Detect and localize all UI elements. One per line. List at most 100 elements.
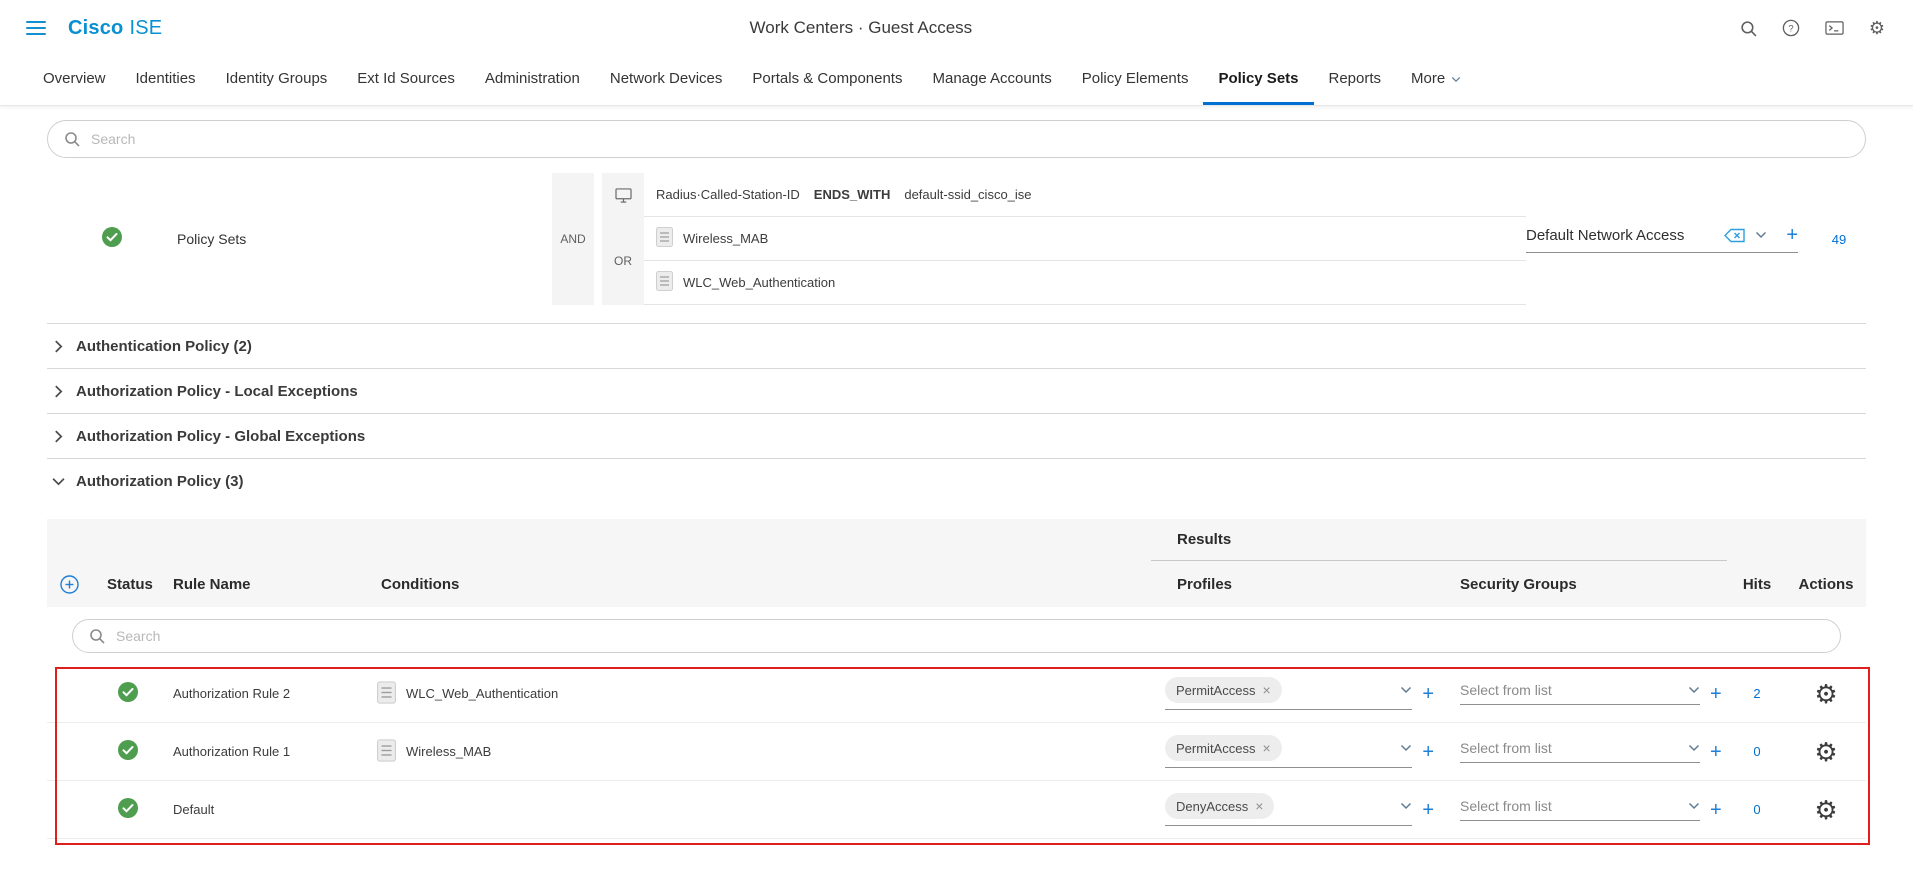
tab-ext-id-sources[interactable]: Ext Id Sources bbox=[342, 56, 470, 105]
status-cell bbox=[91, 798, 165, 821]
rule-name[interactable]: Authorization Rule 2 bbox=[165, 686, 365, 701]
hits-count[interactable]: 2 bbox=[1727, 686, 1787, 701]
condition-radius-called-station-id[interactable]: Radius·Called-Station-ID ENDS_WITH defau… bbox=[644, 173, 1526, 217]
search-icon[interactable] bbox=[1738, 18, 1758, 38]
tab-administration[interactable]: Administration bbox=[470, 56, 595, 105]
library-condition-icon bbox=[656, 227, 673, 250]
table-search-row bbox=[47, 607, 1866, 665]
profile-chip[interactable]: PermitAccess × bbox=[1165, 735, 1282, 761]
main-content: Policy Sets AND OR Radius·Called-Station… bbox=[0, 120, 1913, 839]
rule-search[interactable] bbox=[72, 619, 1841, 653]
add-profile-icon[interactable]: + bbox=[1422, 742, 1434, 762]
tab-identities[interactable]: Identities bbox=[121, 56, 211, 105]
tab-policy-elements[interactable]: Policy Elements bbox=[1067, 56, 1204, 105]
chip-remove-icon[interactable]: × bbox=[1262, 740, 1270, 756]
security-group-select[interactable]: Select from list bbox=[1460, 682, 1700, 705]
allowed-protocols-select[interactable]: Default Network Access + bbox=[1526, 225, 1798, 253]
tab-network-devices[interactable]: Network Devices bbox=[595, 56, 738, 105]
status-success-icon bbox=[118, 798, 138, 821]
chevron-down-icon[interactable] bbox=[1688, 744, 1700, 752]
section-authentication-policy[interactable]: Authentication Policy (2) bbox=[47, 323, 1866, 368]
rule-name[interactable]: Default bbox=[165, 802, 365, 817]
policy-set-search[interactable] bbox=[47, 120, 1866, 158]
add-protocol-icon[interactable]: + bbox=[1786, 225, 1798, 245]
tab-reports[interactable]: Reports bbox=[1314, 56, 1397, 105]
chevron-right-icon bbox=[54, 385, 63, 398]
section-authorization-policy[interactable]: Authorization Policy (3) bbox=[47, 458, 1866, 503]
profiles-select[interactable]: DenyAccess × bbox=[1165, 793, 1412, 826]
profiles-select[interactable]: PermitAccess × bbox=[1165, 735, 1412, 768]
security-groups-cell: Select from list + bbox=[1434, 682, 1727, 705]
policy-set-hits[interactable]: 49 bbox=[1812, 232, 1866, 247]
condition-cell[interactable]: Wireless_MAB bbox=[365, 739, 1151, 765]
gear-icon[interactable]: ⚙ bbox=[1814, 681, 1837, 707]
add-profile-icon[interactable]: + bbox=[1422, 800, 1434, 820]
section-authz-local-exceptions[interactable]: Authorization Policy - Local Exceptions bbox=[47, 368, 1866, 413]
chevron-down-icon[interactable] bbox=[1688, 802, 1700, 810]
brand-logo: CiscoISE bbox=[68, 17, 162, 40]
section-authz-global-exceptions[interactable]: Authorization Policy - Global Exceptions bbox=[47, 413, 1866, 458]
chip-remove-icon[interactable]: × bbox=[1262, 682, 1270, 698]
tab-policy-sets[interactable]: Policy Sets bbox=[1203, 56, 1313, 105]
chevron-down-icon[interactable] bbox=[1400, 802, 1412, 810]
menu-icon[interactable] bbox=[26, 21, 46, 35]
condition-operator: ENDS_WITH bbox=[814, 187, 891, 202]
conditions-group: OR Radius·Called-Station-ID ENDS_WITH de… bbox=[602, 173, 1526, 305]
gear-icon[interactable]: ⚙ bbox=[1814, 797, 1837, 823]
add-security-group-icon[interactable]: + bbox=[1710, 684, 1722, 704]
condition-name: Wireless_MAB bbox=[683, 231, 768, 246]
profiles-cell: PermitAccess × + bbox=[1151, 735, 1434, 768]
profile-chip[interactable]: PermitAccess × bbox=[1165, 677, 1282, 703]
clear-selection-icon[interactable] bbox=[1723, 228, 1746, 243]
policy-status-cell bbox=[47, 173, 177, 305]
condition-wlc-web-authentication[interactable]: WLC_Web_Authentication bbox=[644, 261, 1526, 305]
results-group-row: Results bbox=[47, 519, 1866, 561]
gear-icon[interactable]: ⚙ bbox=[1867, 18, 1887, 38]
status-success-icon bbox=[118, 682, 138, 705]
security-group-select[interactable]: Select from list bbox=[1460, 740, 1700, 763]
hits-count[interactable]: 0 bbox=[1727, 802, 1787, 817]
or-operator-badge: OR bbox=[602, 217, 644, 305]
topbar-icons: ? ⚙ bbox=[1738, 18, 1887, 38]
chevron-down-icon bbox=[1451, 76, 1461, 83]
chevron-down-icon[interactable] bbox=[1400, 686, 1412, 694]
add-profile-icon[interactable]: + bbox=[1422, 684, 1434, 704]
security-group-select[interactable]: Select from list bbox=[1460, 798, 1700, 821]
library-condition-icon bbox=[656, 271, 673, 294]
allowed-protocols-value: Default Network Access bbox=[1526, 227, 1714, 244]
search-input[interactable] bbox=[91, 131, 1849, 147]
tab-overview[interactable]: Overview bbox=[28, 56, 121, 105]
add-security-group-icon[interactable]: + bbox=[1710, 800, 1722, 820]
status-cell bbox=[91, 740, 165, 763]
profile-chip[interactable]: DenyAccess × bbox=[1165, 793, 1274, 819]
tab-identity-groups[interactable]: Identity Groups bbox=[211, 56, 343, 105]
chevron-down-icon[interactable] bbox=[1755, 231, 1767, 239]
rule-search-input[interactable] bbox=[116, 628, 1824, 644]
add-security-group-icon[interactable]: + bbox=[1710, 742, 1722, 762]
help-icon[interactable]: ? bbox=[1781, 18, 1801, 38]
console-icon[interactable] bbox=[1824, 18, 1844, 38]
chevron-down-icon[interactable] bbox=[1400, 744, 1412, 752]
policy-set-name[interactable]: Policy Sets bbox=[177, 173, 552, 305]
condition-cell[interactable]: WLC_Web_Authentication bbox=[365, 681, 1151, 707]
rule-name[interactable]: Authorization Rule 1 bbox=[165, 744, 365, 759]
header-profiles: Profiles bbox=[1151, 576, 1434, 593]
add-rule-button[interactable] bbox=[47, 575, 91, 594]
condition-wireless-mab[interactable]: Wireless_MAB bbox=[644, 217, 1526, 261]
hits-count[interactable]: 0 bbox=[1727, 744, 1787, 759]
gear-icon[interactable]: ⚙ bbox=[1814, 739, 1837, 765]
chip-remove-icon[interactable]: × bbox=[1255, 798, 1263, 814]
chevron-down-icon[interactable] bbox=[1688, 686, 1700, 694]
allowed-protocols-cell: Default Network Access + bbox=[1526, 225, 1798, 253]
tab-portals-components[interactable]: Portals & Components bbox=[737, 56, 917, 105]
status-success-icon bbox=[118, 740, 138, 763]
header-actions: Actions bbox=[1787, 576, 1865, 593]
table-row: Default DenyAccess × + Select from list bbox=[47, 781, 1866, 839]
tab-more[interactable]: More bbox=[1396, 56, 1476, 105]
section-label: Authorization Policy - Local Exceptions bbox=[76, 383, 358, 400]
top-bar: CiscoISE Work Centers · Guest Access ? ⚙ bbox=[0, 0, 1913, 56]
tab-manage-accounts[interactable]: Manage Accounts bbox=[917, 56, 1066, 105]
profiles-select[interactable]: PermitAccess × bbox=[1165, 677, 1412, 710]
condition-attribute: Radius·Called-Station-ID bbox=[656, 187, 800, 202]
header-rule-name: Rule Name bbox=[165, 576, 365, 593]
